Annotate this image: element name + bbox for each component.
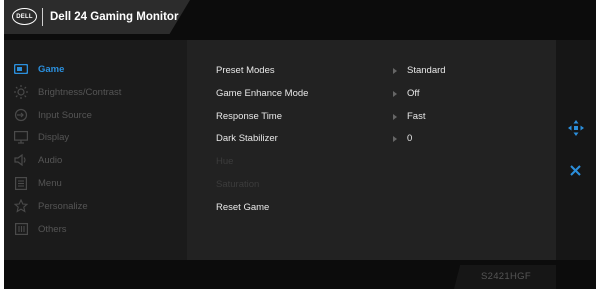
star-icon [14, 199, 28, 213]
menu-item-label: Audio [38, 154, 63, 166]
menu-item-label: Brightness/Contrast [38, 86, 122, 98]
menu-item-input-source[interactable]: Input Source [14, 105, 92, 125]
menu-item-display[interactable]: Display [14, 127, 69, 147]
chevron-right-icon [393, 68, 397, 74]
option-value-preset-modes: Standard [407, 65, 446, 76]
option-preset-modes[interactable]: Preset Modes [216, 65, 275, 76]
menu-item-label: Others [38, 223, 67, 235]
audio-icon [14, 153, 28, 167]
option-hue: Hue [216, 156, 234, 167]
game-icon [14, 62, 28, 76]
header-divider [42, 8, 43, 26]
menu-item-menu[interactable]: Menu [14, 173, 62, 193]
header-bar: DELL Dell 24 Gaming Monitor [4, 0, 190, 34]
option-saturation: Saturation [216, 179, 260, 190]
menu-item-label: Display [38, 131, 70, 143]
option-value-response-time: Fast [407, 111, 426, 122]
menu-item-brightness-contrast[interactable]: Brightness/Contrast [14, 82, 121, 102]
menu-item-label: Game [38, 63, 65, 75]
menu-item-personalize[interactable]: Personalize [14, 196, 88, 216]
close-icon[interactable] [569, 164, 582, 177]
option-game-enhance-mode[interactable]: Game Enhance Mode [216, 88, 308, 99]
option-value-game-enhance-mode: Off [407, 88, 420, 99]
menu-item-label: Menu [38, 177, 62, 189]
option-reset-game[interactable]: Reset Game [216, 202, 269, 213]
menu-item-game[interactable]: Game [14, 59, 64, 79]
menu-icon [14, 176, 28, 190]
navigation-arrows-icon[interactable] [568, 120, 584, 136]
menu-item-others[interactable]: Others [14, 219, 67, 239]
chevron-right-icon [393, 136, 397, 142]
brightness-icon [14, 85, 28, 99]
monitor-title: Dell 24 Gaming Monitor [50, 11, 179, 23]
option-response-time[interactable]: Response Time [216, 111, 282, 122]
navigation-band [556, 40, 596, 260]
option-dark-stabilizer[interactable]: Dark Stabilizer [216, 133, 278, 144]
others-icon [14, 222, 28, 236]
dell-logo: DELL [12, 8, 37, 25]
menu-item-label: Input Source [38, 109, 92, 121]
menu-item-audio[interactable]: Audio [14, 150, 62, 170]
monitor-osd: DELL Dell 24 Gaming Monitor Game Brightn… [4, 0, 596, 289]
chevron-right-icon [393, 91, 397, 97]
model-number: S2421HGF [481, 271, 531, 282]
input-source-icon [14, 108, 28, 122]
menu-item-label: Personalize [38, 200, 88, 212]
option-value-dark-stabilizer: 0 [407, 133, 413, 144]
chevron-right-icon [393, 114, 397, 120]
display-icon [14, 130, 28, 144]
